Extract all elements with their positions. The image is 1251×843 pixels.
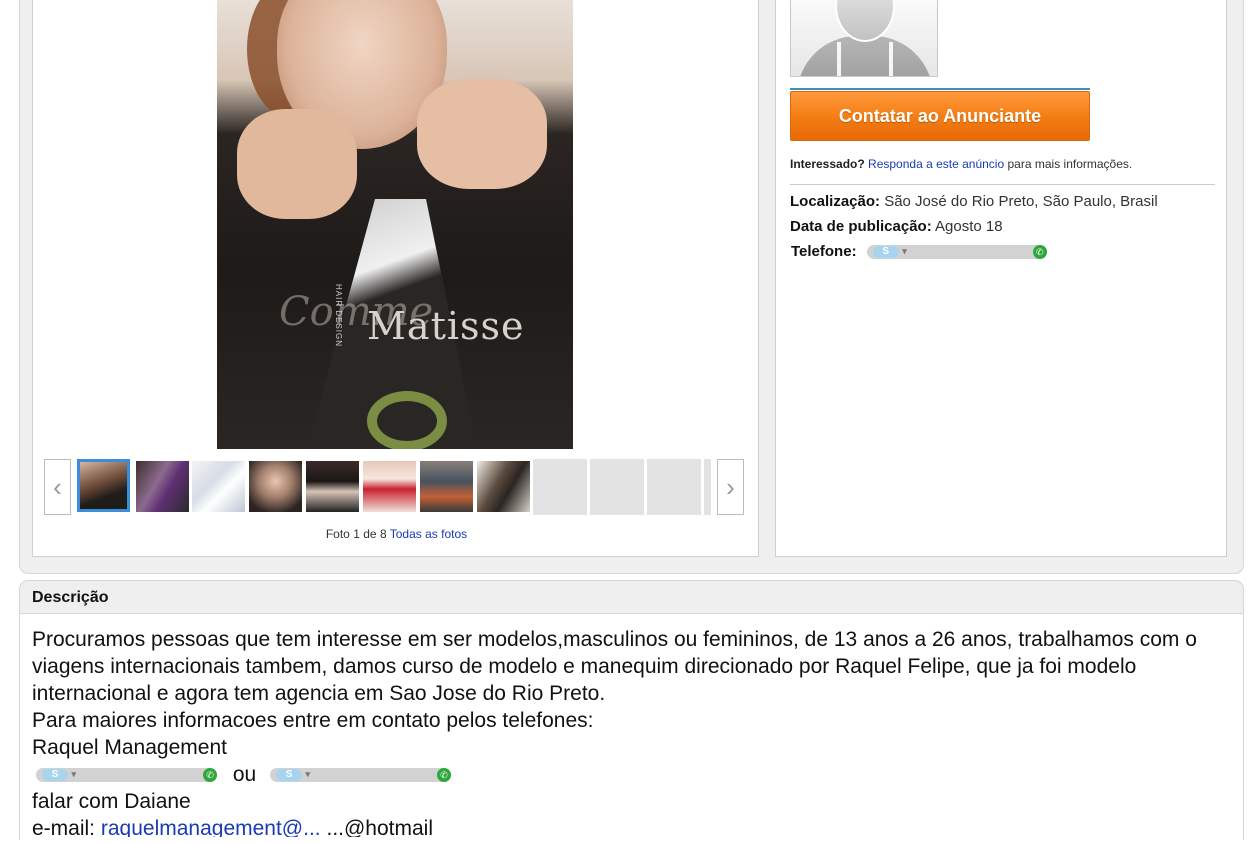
photo-hand-right [417,79,547,189]
prev-photo-button[interactable]: ‹ [44,459,71,515]
description-email-line: e-mail: raquelmanagement@... ...@hotmail [32,815,1231,837]
description-name-line: Raquel Management [32,736,227,759]
photo-counter-de: de [363,527,377,541]
next-photo-button[interactable]: › [717,459,744,515]
description-contact-line: Para maiores informacoes entre em contat… [32,709,594,732]
photo-sub-text: HAIR DESIGN [334,284,343,348]
thumbnail-6[interactable] [363,461,416,512]
skype-icon[interactable]: S [872,245,907,259]
thumbnail-empty [590,459,644,515]
skype-icon[interactable]: S [42,768,76,782]
thumbnail-1[interactable] [77,459,130,512]
interest-label: Interessado? [790,157,865,171]
email-prefix: e-mail: [32,817,96,837]
seller-avatar [790,0,938,77]
or-word: ou [232,763,257,786]
phone-widget[interactable]: S ✆ [36,768,217,783]
thumbnail-2[interactable] [136,461,189,512]
avatar-head [835,0,895,42]
phone-label: Telefone: [791,243,857,260]
phone-row: Telefone: S ✆ [791,243,1047,260]
description-heading: Descrição [32,589,109,606]
call-icon[interactable]: ✆ [1032,245,1047,260]
thumbnail-strip: ‹ › [44,459,745,515]
main-photo[interactable]: Comme HAIR DESIGN Matisse [217,0,573,449]
chevron-left-icon: ‹ [53,471,62,502]
location-value: São José do Rio Preto, São Paulo, Brasil [884,193,1158,210]
thumbnail-7[interactable] [420,461,473,512]
photo-title-text: Matisse [367,304,525,348]
thumbnail-list [77,459,711,515]
email-rest: ...@hotmail [326,817,434,837]
call-icon[interactable]: ✆ [203,768,217,783]
thumbnail-8[interactable] [477,461,530,512]
thumbnail-4[interactable] [249,461,302,512]
photo-counter-prefix: Foto [325,527,350,541]
thumbnail-3[interactable] [192,461,245,512]
skype-icon[interactable]: S [276,768,310,782]
date-row: Data de publicação: Agosto 18 [790,218,1003,235]
all-photos-link[interactable]: Todas as fotos [390,527,467,541]
phone-widget[interactable]: S ✆ [270,768,452,783]
location-label: Localização: [790,193,881,210]
thumbnail-empty [704,459,711,515]
photo-bracelet [367,391,447,449]
photo-hand-left [237,109,357,219]
description-daiane-line: falar com Daiane [32,790,191,813]
photo-current-number: 1 [353,527,360,541]
thumbnail-5[interactable] [306,461,359,512]
photo-counter: Foto 1 de 8 Todas as fotos [33,527,760,541]
date-value: Agosto 18 [935,218,1003,235]
respond-ad-link[interactable]: Responda a este anúncio [868,157,1004,171]
date-label: Data de publicação: [790,218,932,235]
description-body: Procuramos pessoas que tem interesse em … [20,613,1243,843]
seller-info-panel: Contatar ao Anunciante Interessado? Resp… [775,0,1227,557]
location-row: Localização: São José do Rio Preto, São … [790,193,1158,210]
interest-suffix: para mais informações. [1007,157,1133,171]
phone-widget[interactable]: S ✆ [866,245,1047,260]
description-paragraph: Procuramos pessoas que tem interesse em … [32,628,1197,705]
divider [790,184,1215,185]
email-link[interactable]: raquelmanagement@... [101,817,321,837]
call-icon[interactable]: ✆ [437,768,452,783]
contact-advertiser-button[interactable]: Contatar ao Anunciante [790,91,1090,141]
description-phone-line: S ✆ ou S ✆ [32,761,1231,788]
photo-total-number: 8 [379,527,387,541]
divider [790,88,1090,90]
thumbnail-empty [533,459,587,515]
photo-gallery-panel: Comme HAIR DESIGN Matisse ‹ › Foto 1 de … [32,0,759,557]
interest-line: Interessado? Responda a este anúncio par… [790,157,1132,171]
chevron-right-icon: › [726,471,735,502]
thumbnail-empty [647,459,701,515]
